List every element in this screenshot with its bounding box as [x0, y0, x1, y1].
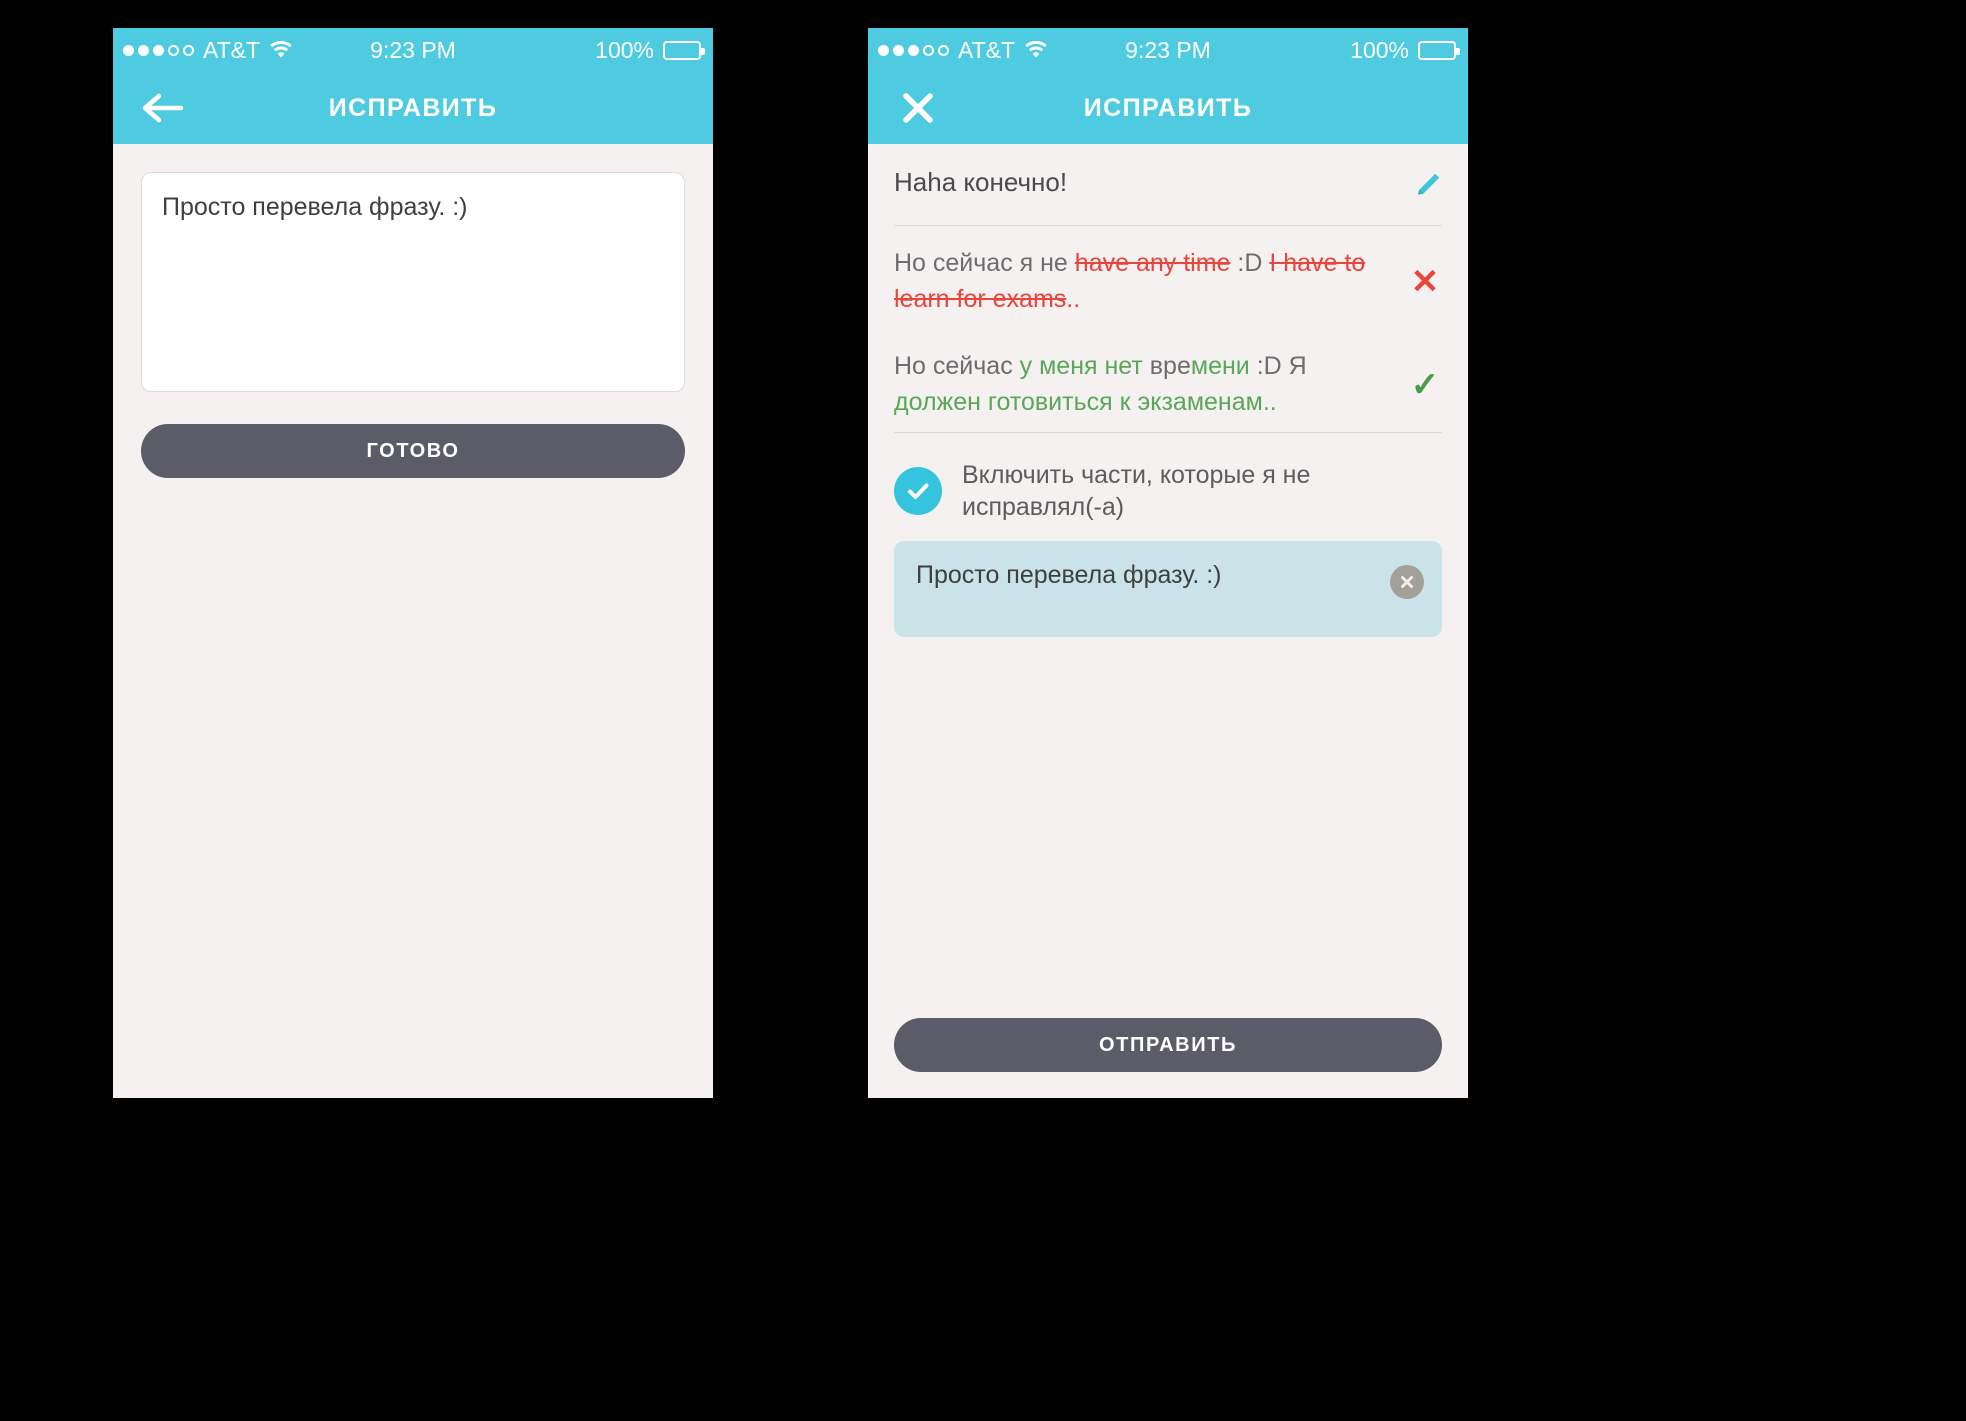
include-unchanged-row[interactable]: Включить части, которые я не исправлял(-… — [894, 433, 1442, 541]
status-bar: AT&T 9:23 PM 100% — [868, 28, 1468, 72]
phone-screen-review: AT&T 9:23 PM 100% ИСПРАВИТЬ Haha конечно… — [868, 28, 1468, 1098]
battery-percent-label: 100% — [1350, 36, 1409, 63]
flex-spacer — [894, 637, 1442, 1018]
checkmark-icon — [908, 483, 929, 499]
correction-row-fixed: Но сейчас у меня нет времени :D Я должен… — [894, 329, 1442, 432]
unchanged-part-chip[interactable]: Просто перевела фразу. :) — [894, 541, 1442, 637]
original-message-text: Haha конечно! — [894, 167, 1068, 197]
segment: .. — [1066, 284, 1081, 313]
send-button[interactable]: ОТПРАВИТЬ — [894, 1018, 1442, 1072]
segment: Но сейчас я не — [894, 249, 1075, 277]
nav-bar: ИСПРАВИТЬ — [868, 72, 1468, 144]
chip-text: Просто перевела фразу. :) — [916, 561, 1222, 589]
segment-corrected: должен готовиться к экзаменам.. — [894, 387, 1277, 416]
include-unchanged-checkbox[interactable] — [894, 467, 942, 515]
correction-text-fixed: Но сейчас у меня нет времени :D Я должен… — [894, 349, 1390, 420]
done-button[interactable]: ГОТОВО — [141, 424, 685, 478]
page-title: ИСПРАВИТЬ — [1083, 93, 1253, 122]
phone-screen-compose: AT&T 9:23 PM 100% ИСПРАВИТЬ Просто перев… — [113, 28, 713, 1098]
reject-x-icon[interactable]: ✕ — [1408, 265, 1442, 299]
correction-textarea[interactable]: Просто перевела фразу. :) — [141, 172, 685, 392]
compose-body: Просто перевела фразу. :) ГОТОВО — [113, 144, 713, 478]
review-body: Haha конечно! Но сейчас я не have any ti… — [868, 144, 1468, 1098]
correction-row-original: Но сейчас я не have any time :D I have t… — [894, 226, 1442, 329]
footer: ОТПРАВИТЬ — [894, 1018, 1442, 1098]
battery-icon — [663, 40, 705, 60]
segment: :D — [1230, 249, 1270, 277]
original-message-row: Haha конечно! — [894, 144, 1442, 225]
segment: :D Я — [1249, 352, 1307, 380]
status-bar-right: 100% — [1350, 28, 1460, 72]
segment-corrected: у меня нет — [1019, 352, 1143, 380]
nav-bar: ИСПРАВИТЬ — [113, 72, 713, 144]
include-unchanged-label: Включить части, которые я не исправлял(-… — [962, 461, 1311, 521]
page-title: ИСПРАВИТЬ — [328, 93, 498, 122]
close-x-icon[interactable] — [890, 72, 946, 144]
segment-corrected: мени — [1190, 352, 1250, 380]
battery-icon — [1418, 40, 1460, 60]
accept-check-icon[interactable]: ✓ — [1408, 368, 1442, 402]
correction-text-original: Но сейчас я не have any time :D I have t… — [894, 246, 1390, 317]
status-bar-right: 100% — [595, 28, 705, 72]
segment-strikethrough: have any time — [1074, 249, 1231, 277]
back-arrow-icon[interactable] — [135, 72, 191, 144]
pencil-icon[interactable] — [1412, 166, 1442, 205]
battery-percent-label: 100% — [595, 36, 654, 63]
segment: Но сейчас — [894, 352, 1020, 380]
segment: вре — [1142, 352, 1191, 380]
status-bar: AT&T 9:23 PM 100% — [113, 28, 713, 72]
chip-close-icon[interactable] — [1390, 565, 1424, 599]
screenshot-stage: AT&T 9:23 PM 100% ИСПРАВИТЬ Просто перев… — [0, 0, 1966, 1421]
